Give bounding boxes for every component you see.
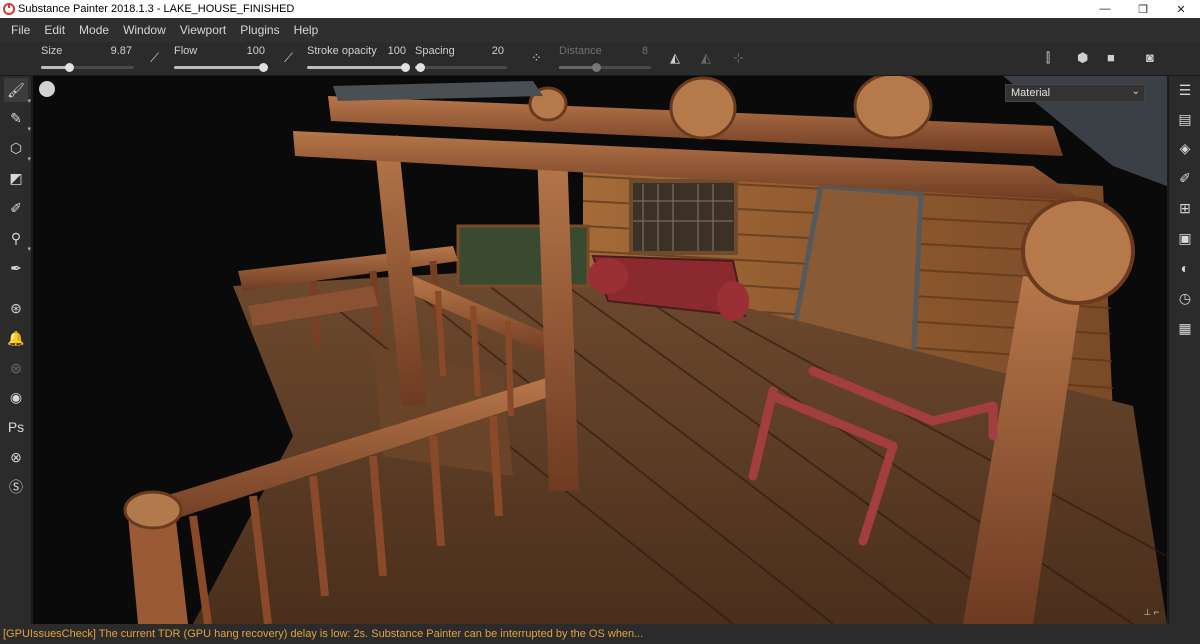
spacing-value[interactable]: 20 xyxy=(470,45,504,57)
split-view-icon[interactable]: ⫿ xyxy=(1046,50,1050,66)
stroke-pressure-icon[interactable]: ⟋ xyxy=(284,50,293,66)
notification-bell-icon: 🔔 xyxy=(7,329,25,346)
window-title: Substance Painter 2018.1.3 - LAKE_HOUSE_… xyxy=(18,3,295,15)
size-slider[interactable] xyxy=(41,63,134,72)
distance-value: 8 xyxy=(641,45,648,57)
menu-plugins[interactable]: Plugins xyxy=(233,23,286,37)
symmetry-mirror-icon: ◭ xyxy=(701,50,711,65)
distance-label: Distance xyxy=(559,45,602,57)
clone-stamp-tool[interactable]: ⚲ ▾ xyxy=(4,226,31,254)
log-icon[interactable]: ▦ xyxy=(1175,318,1195,338)
flow-label: Flow xyxy=(174,45,198,57)
color-picker-tool[interactable]: ✒ xyxy=(4,256,28,280)
symmetry-icon[interactable]: ◭ xyxy=(670,50,680,66)
properties-icon[interactable]: ✐ xyxy=(1175,168,1195,188)
size-label: Size xyxy=(41,45,63,57)
stroke-opacity-slider[interactable] xyxy=(307,63,410,72)
shader-settings-icon[interactable]: ◐ xyxy=(1175,258,1195,278)
material-channel-select[interactable]: Material ⌄ xyxy=(1005,84,1145,102)
lake-house-3d-render[interactable] xyxy=(33,76,1167,624)
distance-slider xyxy=(559,63,651,72)
spacing-slider[interactable] xyxy=(415,63,507,72)
screenshot-camera-icon[interactable]: ◙ xyxy=(1146,50,1154,65)
symmetry-axis-icon: ⊹ xyxy=(733,50,744,65)
axis-gizmo-icon: ⊥ ⌐ xyxy=(1143,607,1159,617)
tool-properties-bar: Size 9.87 ⟋ Flow 100 ⟋ Stroke opacity 10… xyxy=(0,42,1200,76)
smudge-tool[interactable]: ✐ xyxy=(4,196,28,220)
status-bar: [GPUIssuesCheck] The current TDR (GPU ha… xyxy=(0,624,1200,644)
size-value[interactable]: 9.87 xyxy=(90,45,132,57)
flow-value[interactable]: 100 xyxy=(224,45,265,57)
display-settings-icon[interactable]: ▣ xyxy=(1175,228,1195,248)
3d-viewport[interactable]: Material ⌄ ⊥ ⌐ xyxy=(33,76,1167,624)
chevron-down-icon: ⌄ xyxy=(1131,86,1140,97)
spacing-label: Spacing xyxy=(415,45,455,57)
lazy-mouse-icon[interactable]: ⁘ xyxy=(531,50,542,66)
share-icon[interactable]: ⊗ xyxy=(4,445,28,469)
eraser-tool[interactable]: ✎ ▾ xyxy=(4,106,31,134)
texture-set-settings-icon[interactable]: ▤ xyxy=(1175,109,1195,129)
projection-tool[interactable]: ⬡ ▾ xyxy=(4,136,31,164)
stroke-opacity-label: Stroke opacity xyxy=(307,45,377,57)
shelf-icon[interactable]: ⊞ xyxy=(1175,198,1195,218)
menu-file[interactable]: File xyxy=(4,23,37,37)
layers-icon[interactable]: ◈ xyxy=(1175,138,1195,158)
flow-pressure-icon[interactable]: ⟋ xyxy=(150,50,159,66)
display-mode-cube-icon[interactable]: ⬢ xyxy=(1077,50,1088,66)
texture-set-list-icon[interactable]: ☰ xyxy=(1175,80,1195,100)
status-message[interactable]: [GPUIssuesCheck] The current TDR (GPU ha… xyxy=(3,628,643,640)
substance-source-icon[interactable]: Ⓢ xyxy=(4,475,28,499)
maximize-button[interactable]: ❐ xyxy=(1124,0,1162,18)
menu-viewport[interactable]: Viewport xyxy=(173,23,233,37)
menu-help[interactable]: Help xyxy=(287,23,326,37)
close-button[interactable]: ✕ xyxy=(1162,0,1200,18)
camera-mode-icon[interactable]: ■ xyxy=(1107,50,1115,65)
bake-tool[interactable]: ⊛ xyxy=(4,296,28,320)
menu-bar: File Edit Mode Window Viewport Plugins H… xyxy=(0,18,1200,42)
right-panel-bar: ☰ ▤ ◈ ✐ ⊞ ▣ ◐ ◷ ▦ xyxy=(1168,76,1200,624)
paint-brush-tool[interactable]: 🖌 ▾ xyxy=(4,78,31,105)
sync-icon: ⊛ xyxy=(10,359,22,376)
brush-preview-icon xyxy=(39,81,55,97)
flow-slider[interactable] xyxy=(174,63,268,72)
minimize-button[interactable]: — xyxy=(1086,0,1124,18)
substance-painter-logo-icon xyxy=(3,3,15,15)
photoshop-export-icon[interactable]: Ps xyxy=(4,415,28,439)
polygon-fill-tool[interactable]: ◩ xyxy=(4,166,28,190)
iray-icon[interactable]: ◉ xyxy=(4,385,28,409)
history-icon[interactable]: ◷ xyxy=(1175,288,1195,308)
window-titlebar: Substance Painter 2018.1.3 - LAKE_HOUSE_… xyxy=(0,0,1200,18)
material-channel-value: Material xyxy=(1011,87,1051,99)
menu-window[interactable]: Window xyxy=(116,23,173,37)
menu-mode[interactable]: Mode xyxy=(72,23,116,37)
left-toolbar: 🖌 ▾ ✎ ▾ ⬡ ▾ ◩ ✐ ⚲ ▾ ✒ ⊛ 🔔 ⊛ ◉ Ps ⊗ Ⓢ xyxy=(0,76,32,624)
stroke-opacity-value[interactable]: 100 xyxy=(376,45,406,57)
menu-edit[interactable]: Edit xyxy=(37,23,72,37)
